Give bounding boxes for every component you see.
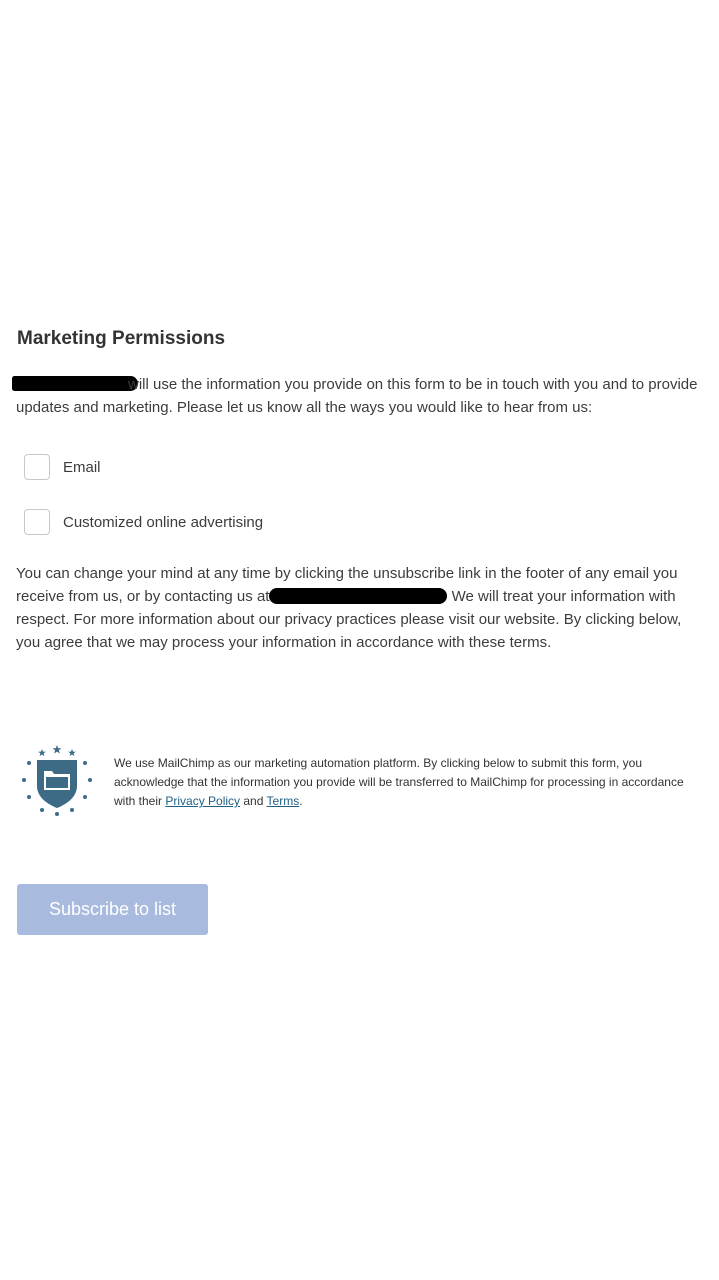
email-checkbox-label[interactable]: Email <box>63 459 101 476</box>
mailchimp-notice-period: . <box>299 794 303 808</box>
subscribe-button[interactable]: Subscribe to list <box>17 884 208 935</box>
option-email[interactable]: Email <box>24 454 101 480</box>
advertising-checkbox-label[interactable]: Customized online advertising <box>63 514 263 531</box>
mailchimp-notice: We use MailChimp as our marketing automa… <box>18 742 708 822</box>
mailchimp-notice-and: and <box>240 794 267 808</box>
redacted-contact-email <box>269 588 448 604</box>
form-title: Marketing Permissions <box>17 328 226 349</box>
intro-text: will use the information you provide on … <box>16 373 706 419</box>
mailchimp-notice-text: We use MailChimp as our marketing automa… <box>114 754 704 811</box>
advertising-checkbox[interactable] <box>24 509 50 535</box>
privacy-policy-link[interactable]: Privacy Policy <box>165 794 240 808</box>
terms-link[interactable]: Terms <box>267 794 300 808</box>
change-mind-text: You can change your mind at any time by … <box>16 562 706 654</box>
gdpr-shield-icon <box>22 745 92 816</box>
email-checkbox[interactable] <box>24 454 50 480</box>
intro-text-body: will use the information you provide on … <box>16 376 698 416</box>
option-customized-advertising[interactable]: Customized online advertising <box>24 509 263 535</box>
